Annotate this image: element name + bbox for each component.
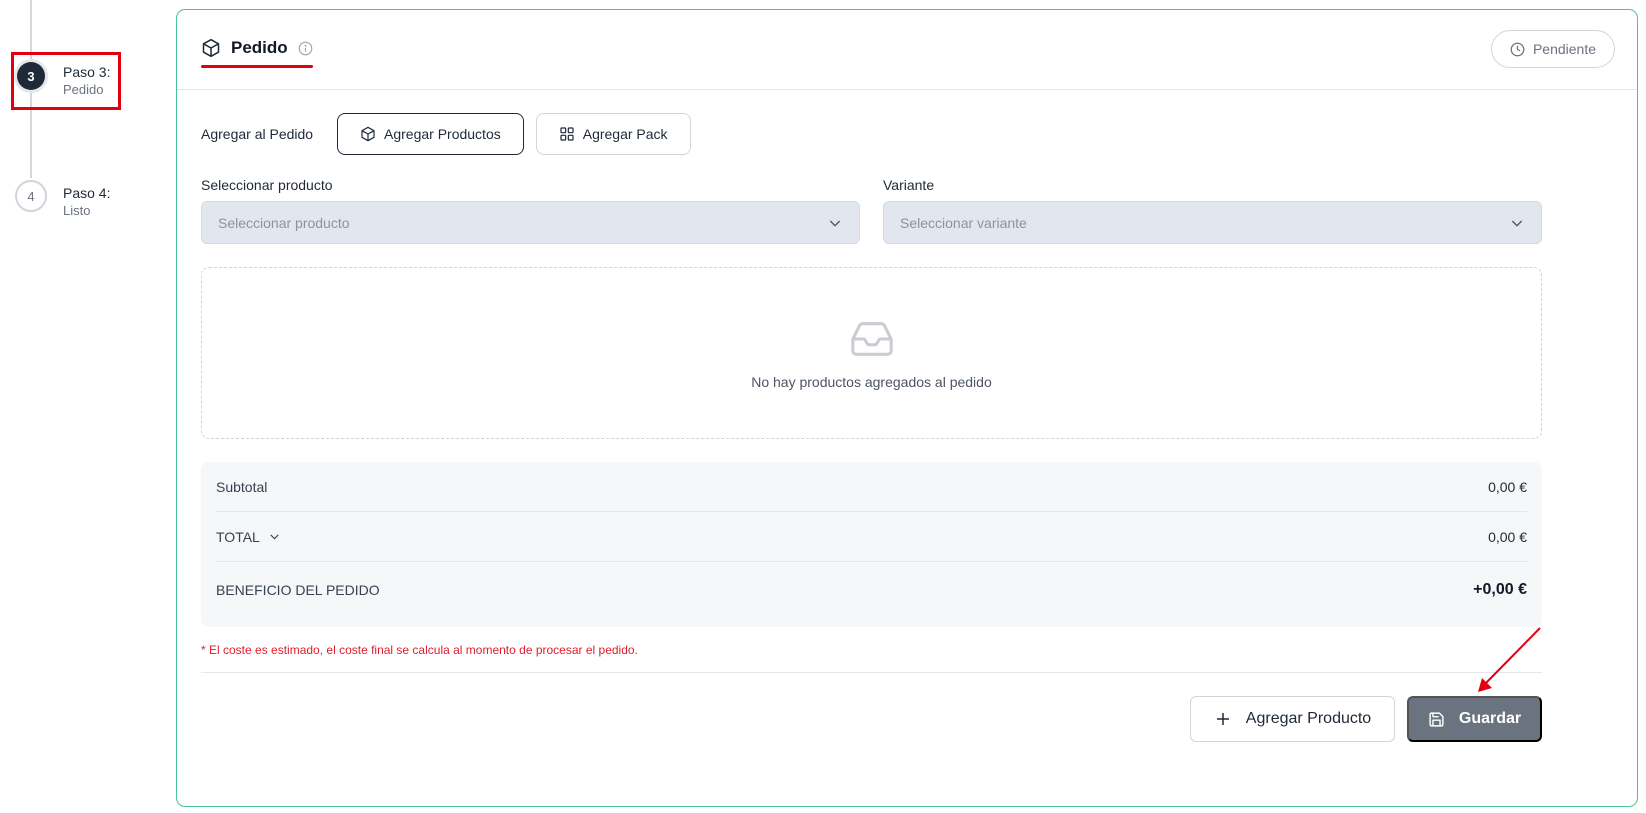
empty-message: No hay productos agregados al pedido <box>751 374 992 390</box>
clock-icon <box>1510 42 1525 57</box>
save-label: Guardar <box>1458 710 1522 727</box>
chevron-down-icon <box>268 530 281 543</box>
total-value: 0,00 € <box>1488 528 1527 545</box>
tab-underline-annotation <box>201 65 313 68</box>
product-select-label: Seleccionar producto <box>201 177 333 193</box>
subtotal-label: Subtotal <box>216 478 268 495</box>
total-toggle[interactable]: TOTAL <box>216 529 281 545</box>
order-card: Pedido Pendiente Agregar al Pedido Agreg… <box>176 9 1638 807</box>
order-stepper: 3 Paso 3: Pedido 4 Paso 4: Listo <box>0 0 170 813</box>
arrow-annotation <box>1470 622 1550 697</box>
footer-divider <box>201 672 1542 673</box>
add-pack-button[interactable]: Agregar Pack <box>535 113 691 155</box>
add-products-label: Agregar Productos <box>384 126 501 142</box>
plus-icon <box>1214 710 1232 728</box>
tab-label: Pedido <box>231 38 288 57</box>
profit-label: BENEFICIO DEL PEDIDO <box>216 582 380 598</box>
box-icon <box>360 126 376 142</box>
empty-products-area: No hay productos agregados al pedido <box>201 267 1542 439</box>
cost-disclaimer: * El coste es estimado, el coste final s… <box>201 643 638 657</box>
tab-pedido[interactable]: Pedido <box>201 38 313 58</box>
product-select-placeholder: Seleccionar producto <box>218 214 350 231</box>
stepper-connector <box>30 0 32 60</box>
box-icon <box>201 38 221 58</box>
add-to-order-row: Agregar al Pedido Agregar Productos Agre… <box>201 113 691 155</box>
order-totals: Subtotal 0,00 € TOTAL 0,00 € BENEFICIO D… <box>201 462 1542 627</box>
status-badge: Pendiente <box>1491 30 1615 68</box>
total-label: TOTAL <box>216 528 260 545</box>
inbox-icon <box>848 316 896 362</box>
step-4-text[interactable]: Paso 4: Listo <box>63 185 110 219</box>
profit-row: BENEFICIO DEL PEDIDO +0,00 € <box>216 562 1527 618</box>
profit-value: +0,00 € <box>1473 581 1527 598</box>
grid-icon <box>559 126 575 142</box>
variant-select-placeholder: Seleccionar variante <box>900 214 1027 231</box>
status-label: Pendiente <box>1532 41 1597 57</box>
save-icon <box>1428 711 1445 728</box>
step-highlight-annotation <box>11 52 121 110</box>
subtotal-value: 0,00 € <box>1488 478 1527 495</box>
add-pack-label: Agregar Pack <box>582 126 668 142</box>
save-button[interactable]: Guardar <box>1407 696 1542 742</box>
info-icon[interactable] <box>298 41 313 56</box>
step-4-title: Paso 4: <box>63 185 111 201</box>
product-select[interactable]: Seleccionar producto <box>201 201 860 244</box>
add-product-button[interactable]: Agregar Producto <box>1190 696 1395 742</box>
step-4-indicator[interactable]: 4 <box>15 180 47 212</box>
subtotal-row: Subtotal 0,00 € <box>216 462 1527 512</box>
variant-select-label: Variante <box>883 177 935 193</box>
add-products-button[interactable]: Agregar Productos <box>337 113 524 155</box>
total-row: TOTAL 0,00 € <box>216 512 1527 562</box>
variant-select[interactable]: Seleccionar variante <box>883 201 1542 244</box>
add-to-order-label: Agregar al Pedido <box>201 126 314 142</box>
chevron-down-icon <box>1509 215 1525 231</box>
step-4-subtitle: Listo <box>63 203 91 218</box>
add-product-label: Agregar Producto <box>1245 710 1372 727</box>
chevron-down-icon <box>827 215 843 231</box>
card-header: Pedido Pendiente <box>177 10 1637 90</box>
